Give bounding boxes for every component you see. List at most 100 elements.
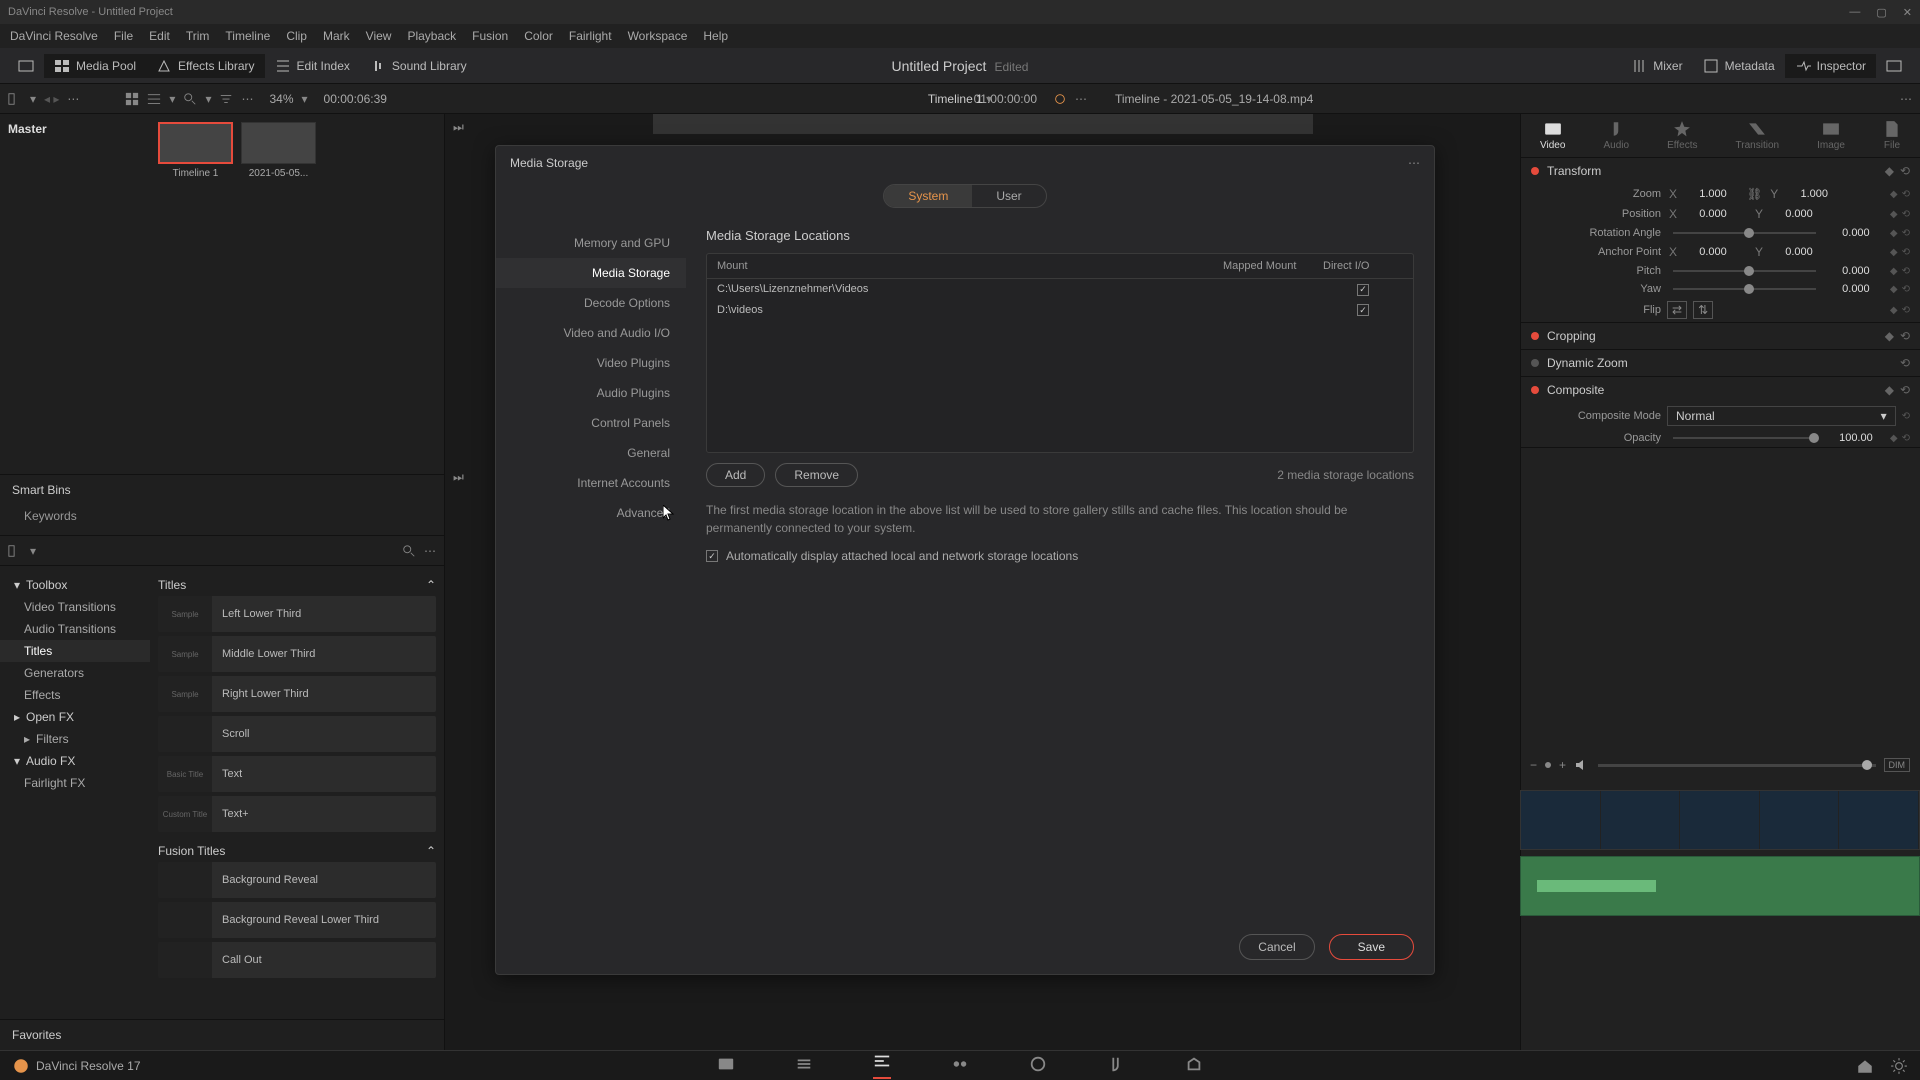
minimize-icon[interactable]: — <box>1849 6 1860 19</box>
inspector-button[interactable]: Inspector <box>1785 54 1876 78</box>
menu-item[interactable]: Clip <box>280 27 313 45</box>
thumbnail-icon[interactable] <box>125 92 139 106</box>
fusion-titles-section[interactable]: Fusion Titles <box>158 844 225 858</box>
mixer-button[interactable]: Mixer <box>1621 54 1692 78</box>
opacity-field[interactable]: 100.00 <box>1828 432 1884 444</box>
media-pool-button[interactable]: Media Pool <box>44 54 146 78</box>
opacity-slider[interactable] <box>1673 437 1816 439</box>
direct-io-checkbox[interactable]: ✓ <box>1357 304 1369 316</box>
menu-item[interactable]: View <box>360 27 398 45</box>
title-preset[interactable]: Basic TitleText <box>158 756 436 792</box>
rotation-slider[interactable] <box>1673 232 1816 234</box>
audiofx-category[interactable]: ▾Audio FX <box>0 750 150 772</box>
composite-mode-select[interactable]: Normal▾ <box>1667 406 1896 426</box>
more-icon[interactable]: ⋯ <box>424 544 436 558</box>
menu-item[interactable]: Mark <box>317 27 356 45</box>
position-y-field[interactable]: 0.000 <box>1771 208 1827 220</box>
menu-item[interactable]: Timeline <box>219 27 276 45</box>
chevron-down-icon[interactable]: ▾ <box>30 544 36 558</box>
reset-icon[interactable]: ⟲ <box>1900 164 1910 178</box>
menu-item[interactable]: File <box>108 27 139 45</box>
position-x-field[interactable]: 0.000 <box>1685 208 1741 220</box>
search-icon[interactable] <box>183 92 197 106</box>
title-preset[interactable]: Scroll <box>158 716 436 752</box>
inspector-tab-image[interactable]: Image <box>1817 120 1845 151</box>
table-row[interactable]: C:\Users\Lizenznehmer\Videos✓ <box>707 279 1413 300</box>
chevron-down-icon[interactable]: ▾ <box>169 92 175 106</box>
bin-view-icon[interactable] <box>8 92 22 106</box>
pitch-slider[interactable] <box>1673 270 1816 272</box>
more-icon[interactable]: ⋯ <box>241 92 253 106</box>
chevron-down-icon[interactable]: ▾ <box>30 92 36 106</box>
smart-bins-header[interactable]: Smart Bins <box>12 483 432 497</box>
zoom-percent[interactable]: 34% <box>269 92 293 106</box>
menu-item[interactable]: Edit <box>143 27 176 45</box>
color-page[interactable] <box>1029 1055 1047 1076</box>
cut-page[interactable] <box>795 1055 813 1076</box>
fx-category[interactable]: Audio Transitions <box>0 618 150 640</box>
more-icon[interactable]: ⋯ <box>1408 156 1420 170</box>
deliver-page[interactable] <box>1185 1055 1203 1076</box>
fusion-title-preset[interactable]: Call Out <box>158 942 436 978</box>
user-tab[interactable]: User <box>972 185 1045 207</box>
chevron-down-icon[interactable]: ▾ <box>205 92 211 106</box>
pref-category[interactable]: Internet Accounts <box>496 468 686 498</box>
anchor-x-field[interactable]: 0.000 <box>1685 246 1741 258</box>
pitch-field[interactable]: 0.000 <box>1828 265 1884 277</box>
home-icon[interactable] <box>1856 1057 1874 1075</box>
remove-button[interactable]: Remove <box>775 463 858 487</box>
fusion-page[interactable] <box>951 1055 969 1076</box>
smart-bin-keywords[interactable]: Keywords <box>12 505 432 527</box>
auto-display-checkbox[interactable]: ✓ <box>706 550 718 562</box>
timeline-name[interactable]: Timeline 1 ▾ <box>928 92 992 106</box>
timeline-tracks[interactable] <box>1520 790 1920 970</box>
titles-section[interactable]: Titles <box>158 578 186 592</box>
menu-item[interactable]: Fusion <box>466 27 514 45</box>
title-preset[interactable]: SampleRight Lower Third <box>158 676 436 712</box>
pref-category[interactable]: General <box>496 438 686 468</box>
title-preset[interactable]: SampleMiddle Lower Third <box>158 636 436 672</box>
rotation-field[interactable]: 0.000 <box>1828 227 1884 239</box>
toolbox-category[interactable]: ▾Toolbox <box>0 574 150 596</box>
edit-page[interactable] <box>873 1052 891 1079</box>
chevron-down-icon[interactable]: ▾ <box>302 92 308 106</box>
keyframe-icon[interactable]: ◆ <box>1885 164 1894 178</box>
fx-category[interactable]: Effects <box>0 684 150 706</box>
skip-forward-icon[interactable]: ⏭ <box>453 120 464 135</box>
more-icon[interactable]: ⋯ <box>1075 92 1087 106</box>
menu-item[interactable]: Color <box>518 27 559 45</box>
dim-button[interactable]: DIM <box>1884 758 1911 772</box>
more-icon[interactable]: ⋯ <box>1900 92 1912 106</box>
fx-category[interactable]: Video Transitions <box>0 596 150 618</box>
effects-library-button[interactable]: Effects Library <box>146 54 264 78</box>
inspector-tab-file[interactable]: File <box>1883 120 1901 151</box>
panel-icon[interactable] <box>8 544 22 558</box>
menu-item[interactable]: Workspace <box>622 27 694 45</box>
pref-category[interactable]: Memory and GPU <box>496 228 686 258</box>
zoom-x-field[interactable]: 1.000 <box>1685 188 1741 200</box>
title-preset[interactable]: SampleLeft Lower Third <box>158 596 436 632</box>
menu-item[interactable]: Trim <box>180 27 216 45</box>
fx-category-titles[interactable]: Titles <box>0 640 150 662</box>
system-tab[interactable]: System <box>884 185 972 207</box>
inspector-tab-transition[interactable]: Transition <box>1736 120 1780 151</box>
edit-index-button[interactable]: Edit Index <box>265 54 360 78</box>
pref-category[interactable]: Audio Plugins <box>496 378 686 408</box>
list-icon[interactable] <box>147 92 161 106</box>
flip-v-icon[interactable]: ⇅ <box>1693 301 1713 319</box>
collapse-icon[interactable]: ⌃ <box>426 578 436 592</box>
expand-icon[interactable] <box>8 54 44 78</box>
search-icon[interactable] <box>402 544 416 558</box>
flip-h-icon[interactable]: ⇄ <box>1667 301 1687 319</box>
pref-category[interactable]: Video Plugins <box>496 348 686 378</box>
table-row[interactable]: D:\videos✓ <box>707 300 1413 321</box>
minus-icon[interactable]: − <box>1530 758 1537 772</box>
clip-thumbnail[interactable]: 2021-05-05... <box>241 122 316 179</box>
transform-header[interactable]: Transform <box>1547 164 1601 178</box>
cropping-header[interactable]: Cropping <box>1547 329 1596 343</box>
plus-icon[interactable]: + <box>1559 758 1566 772</box>
sound-library-button[interactable]: Sound Library <box>360 54 477 78</box>
column-header-direct[interactable]: Direct I/O <box>1323 260 1403 272</box>
gear-icon[interactable] <box>1890 1057 1908 1075</box>
favorites-header[interactable]: Favorites <box>0 1019 444 1050</box>
